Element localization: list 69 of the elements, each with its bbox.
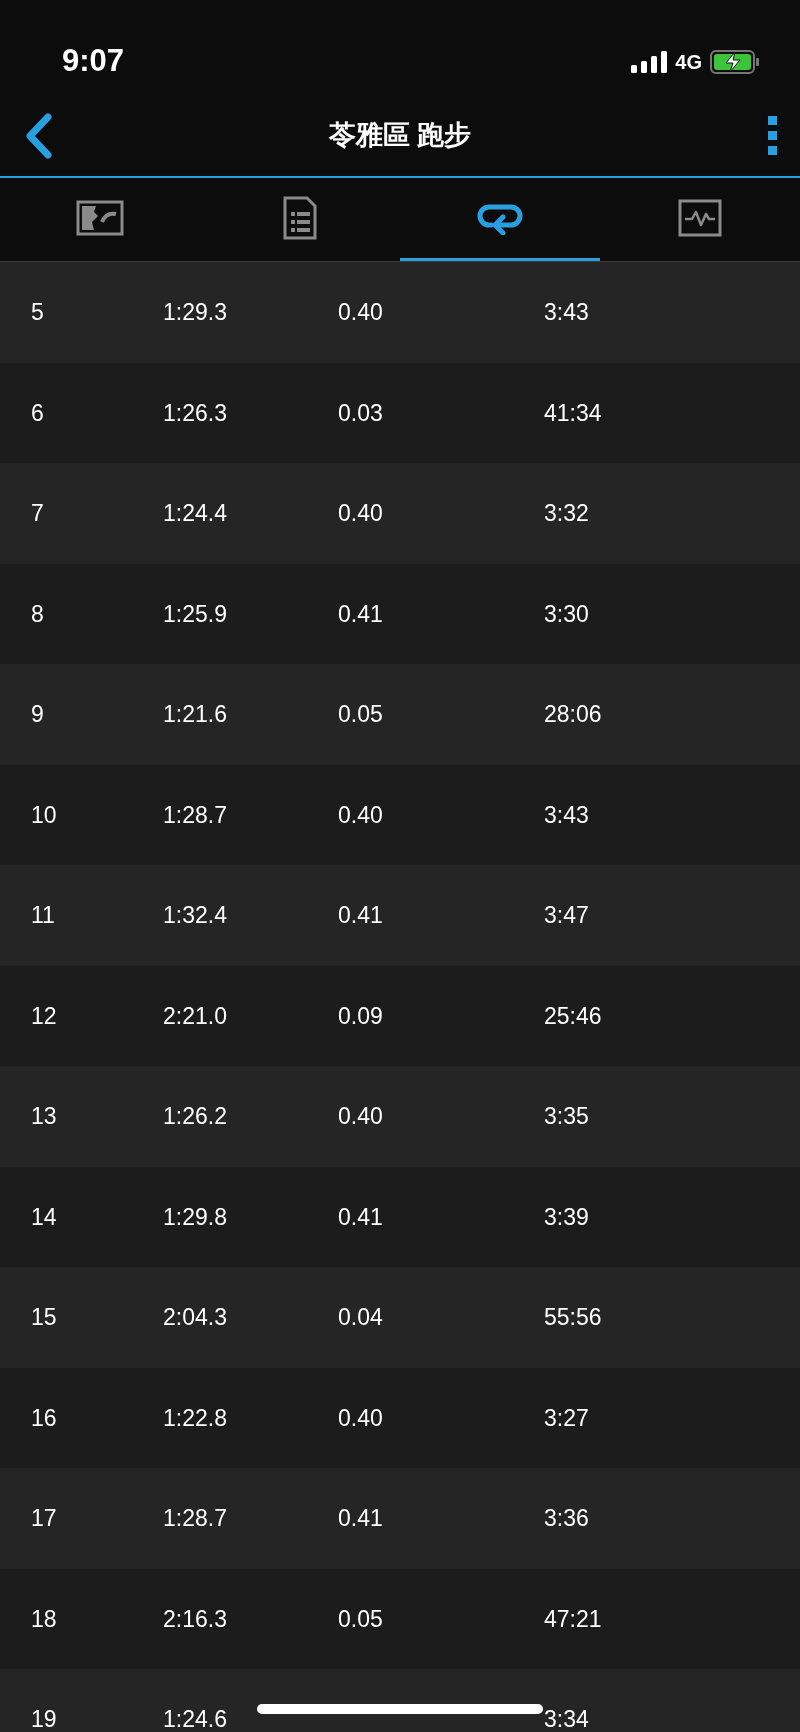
table-cell: 25:46: [544, 1002, 602, 1029]
table-cell: 1:32.4: [163, 902, 227, 928]
table-cell: 8: [31, 600, 44, 627]
table-cell: 1:26.3: [163, 399, 227, 426]
table-cell: 1:28.7: [163, 1505, 227, 1531]
table-cell: 1:28.7: [163, 801, 227, 828]
table-cell: 1:26.2: [163, 1103, 227, 1129]
table-cell: 1:21.6: [163, 701, 227, 727]
table-cell: 3:34: [544, 1706, 589, 1732]
table-cell: 3:43: [544, 299, 589, 325]
table-cell: 7: [31, 500, 44, 526]
table-cell: 1:24.6: [163, 1706, 227, 1732]
table-cell: 14: [31, 1203, 57, 1230]
table-cell: 2:21.0: [163, 1002, 227, 1029]
table-cell: 18: [31, 1605, 57, 1632]
table-cell: 5: [31, 299, 44, 325]
table-cell: 3:43: [544, 801, 589, 828]
network-label: 4G: [675, 49, 702, 75]
table-cell: 0.03: [338, 399, 383, 426]
table-cell: 0.05: [338, 701, 383, 727]
table-cell: 3:47: [544, 902, 589, 928]
table-cell: 0.41: [338, 902, 383, 928]
table-cell: 13: [31, 1103, 57, 1129]
table-cell: 9: [31, 701, 44, 727]
table-cell: 15: [31, 1304, 57, 1330]
table-cell: 0.40: [338, 1404, 383, 1431]
table-cell: 0.41: [338, 1505, 383, 1531]
table-cell: 0.40: [338, 500, 383, 526]
document-list-icon: [283, 196, 317, 240]
table-cell: 17: [31, 1505, 57, 1531]
map-icon: [76, 200, 124, 236]
table-cell: 41:34: [544, 399, 602, 426]
table-cell: 10: [31, 801, 57, 828]
screen-title: 苓雅區 跑步: [328, 119, 472, 153]
table-cell: 2:04.3: [163, 1304, 227, 1330]
battery-charging-icon: [710, 49, 760, 74]
table-cell: 1:24.4: [163, 500, 227, 526]
table-cell: 3:36: [544, 1505, 589, 1531]
table-cell: 3:27: [544, 1404, 589, 1431]
table-cell: 11: [31, 902, 55, 928]
table-cell: 6: [31, 399, 44, 426]
table-cell: 1:25.9: [163, 600, 227, 627]
table-cell: 3:32: [544, 500, 589, 526]
table-cell: 1:29.8: [163, 1203, 227, 1230]
signal-icon: [631, 50, 668, 73]
table-cell: 3:30: [544, 600, 589, 627]
table-cell: 0.04: [338, 1304, 383, 1330]
table-cell: 1:22.8: [163, 1404, 227, 1431]
table-cell: 0.41: [338, 600, 383, 627]
table-cell: 55:56: [544, 1304, 602, 1330]
back-button[interactable]: [24, 111, 54, 160]
table-cell: 0.40: [338, 299, 383, 325]
table-cell: 3:35: [544, 1103, 589, 1129]
table-cell: 0.40: [338, 801, 383, 828]
table-cell: 3:39: [544, 1203, 589, 1230]
table-cell: 47:21: [544, 1605, 602, 1632]
table-cell: 19: [31, 1706, 57, 1732]
table-cell: 0.40: [338, 1103, 383, 1129]
table-cell: 16: [31, 1404, 57, 1431]
clock-time: 9:07: [62, 42, 125, 81]
table-cell: 0.09: [338, 1002, 383, 1029]
table-cell: 2:16.3: [163, 1605, 227, 1632]
more-menu-button[interactable]: [768, 115, 778, 156]
table-cell: 28:06: [544, 701, 602, 727]
table-cell: 0.05: [338, 1605, 383, 1632]
table-cell: 12: [31, 1002, 57, 1029]
table-cell: 0.41: [338, 1203, 383, 1230]
chart-monitor-icon: [678, 199, 722, 237]
table-cell: 1:29.3: [163, 299, 227, 325]
